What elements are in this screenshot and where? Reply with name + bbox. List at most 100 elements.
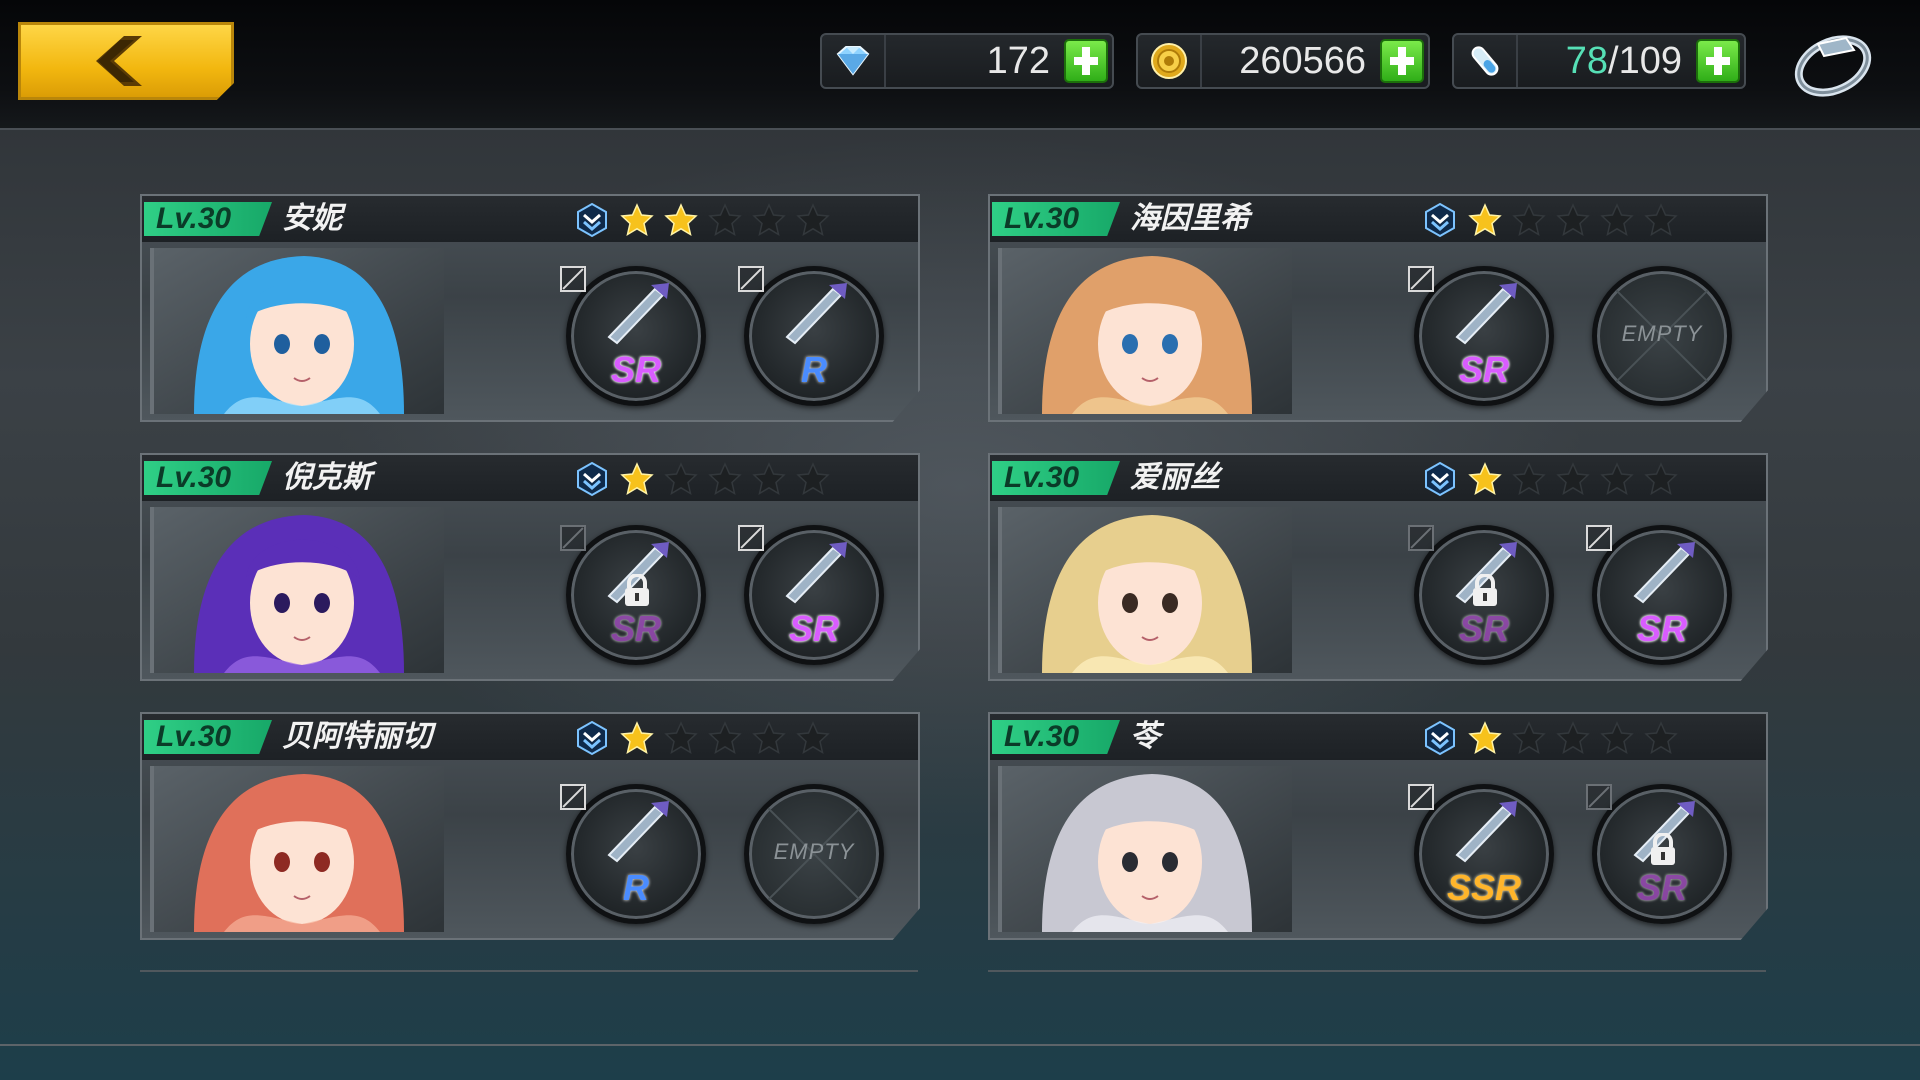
edit-slot-icon[interactable] bbox=[738, 266, 764, 292]
equipment-slot-1[interactable]: SR bbox=[1414, 266, 1554, 406]
star-rating bbox=[620, 462, 830, 496]
level-badge: Lv.30 bbox=[144, 461, 272, 495]
character-name: 苓 bbox=[1130, 720, 1160, 753]
gem-value: 172 bbox=[986, 40, 1050, 82]
star-empty-icon bbox=[708, 462, 742, 496]
equipment-slot-1[interactable]: SR bbox=[566, 525, 706, 665]
equipment-slot-2[interactable]: EMPTY bbox=[1592, 266, 1732, 406]
equipment-slot-1[interactable]: SR bbox=[566, 266, 706, 406]
add-gold-button[interactable] bbox=[1380, 39, 1424, 83]
equipment-slot-2[interactable]: SR bbox=[1592, 784, 1732, 924]
rank-chevron-icon bbox=[1425, 720, 1455, 756]
character-portrait[interactable] bbox=[150, 507, 444, 673]
card-header: Lv.30 倪克斯 bbox=[142, 455, 918, 501]
gold-counter: 260566 bbox=[1136, 33, 1430, 89]
rapier-icon bbox=[607, 801, 669, 863]
character-portrait[interactable] bbox=[150, 766, 444, 932]
edit-slot-icon[interactable] bbox=[560, 266, 586, 292]
character-card[interactable]: Lv.30 海因里希 SR EMPTY bbox=[988, 194, 1768, 422]
character-portrait[interactable] bbox=[998, 507, 1292, 673]
rarity-label: R bbox=[623, 867, 649, 908]
rarity-label: SR bbox=[1458, 349, 1509, 390]
star-empty-icon bbox=[1600, 721, 1634, 755]
star-filled-icon bbox=[620, 462, 654, 496]
equipment-slot-1[interactable]: R bbox=[566, 784, 706, 924]
star-empty-icon bbox=[1556, 462, 1590, 496]
card-header: Lv.30 海因里希 bbox=[990, 196, 1766, 242]
star-empty-icon bbox=[1644, 462, 1678, 496]
stamina-vial-icon bbox=[1454, 35, 1518, 87]
character-card[interactable]: Lv.30 贝阿特丽切 R EMPTY bbox=[140, 712, 920, 940]
gem-counter: 172 bbox=[820, 33, 1114, 89]
rarity-label: SR bbox=[610, 349, 661, 390]
empty-slot-label: EMPTY bbox=[773, 839, 855, 864]
star-rating bbox=[1468, 462, 1678, 496]
gold-value: 260566 bbox=[1239, 40, 1366, 82]
equipment-slot-2[interactable]: SR bbox=[1592, 525, 1732, 665]
star-empty-icon bbox=[664, 721, 698, 755]
rarity-label: SSR bbox=[1446, 867, 1522, 908]
edit-slot-icon[interactable] bbox=[560, 784, 586, 810]
add-gems-button[interactable] bbox=[1064, 39, 1108, 83]
star-rating bbox=[620, 203, 830, 237]
rarity-label: SR bbox=[1636, 867, 1687, 908]
edit-slot-icon[interactable] bbox=[738, 525, 764, 551]
gun-icon bbox=[607, 283, 669, 345]
card-header: Lv.30 爱丽丝 bbox=[990, 455, 1766, 501]
character-card[interactable]: Lv.30 安妮 SR R bbox=[140, 194, 920, 422]
star-filled-icon bbox=[620, 721, 654, 755]
add-stamina-button[interactable] bbox=[1696, 39, 1740, 83]
star-empty-icon bbox=[664, 462, 698, 496]
ring-menu-button[interactable] bbox=[1788, 22, 1878, 106]
star-filled-icon bbox=[620, 203, 654, 237]
star-empty-icon bbox=[796, 462, 830, 496]
character-name: 海因里希 bbox=[1130, 202, 1250, 235]
card-header: Lv.30 安妮 bbox=[142, 196, 918, 242]
character-card[interactable]: Lv.30 倪克斯 SR SR bbox=[140, 453, 920, 681]
star-empty-icon bbox=[1556, 721, 1590, 755]
star-empty-icon bbox=[1512, 203, 1546, 237]
star-rating bbox=[1468, 721, 1678, 755]
rank-chevron-icon bbox=[1425, 202, 1455, 238]
star-empty-icon bbox=[1512, 462, 1546, 496]
character-card[interactable]: Lv.30 苓 SSR SR bbox=[988, 712, 1768, 940]
star-filled-icon bbox=[1468, 462, 1502, 496]
equipment-slot-1[interactable]: SSR bbox=[1414, 784, 1554, 924]
edit-slot-icon[interactable] bbox=[1586, 784, 1612, 810]
dual-blades-icon bbox=[1455, 283, 1517, 345]
star-empty-icon bbox=[752, 203, 786, 237]
edit-slot-icon[interactable] bbox=[1408, 784, 1434, 810]
character-portrait[interactable] bbox=[998, 248, 1292, 414]
rarity-label: R bbox=[801, 349, 827, 390]
star-filled-icon bbox=[664, 203, 698, 237]
orb-cannon-icon bbox=[785, 542, 847, 604]
equipment-slot-2[interactable]: SR bbox=[744, 525, 884, 665]
star-filled-icon bbox=[1468, 721, 1502, 755]
character-portrait[interactable] bbox=[998, 766, 1292, 932]
edit-slot-icon[interactable] bbox=[1408, 525, 1434, 551]
star-empty-icon bbox=[708, 721, 742, 755]
star-empty-icon bbox=[796, 721, 830, 755]
edit-slot-icon[interactable] bbox=[560, 525, 586, 551]
edit-slot-icon[interactable] bbox=[1408, 266, 1434, 292]
rarity-label: SR bbox=[610, 608, 661, 649]
character-card[interactable]: Lv.30 爱丽丝 SR SR bbox=[988, 453, 1768, 681]
star-empty-icon bbox=[1600, 203, 1634, 237]
bottom-divider bbox=[0, 1044, 1920, 1046]
level-badge: Lv.30 bbox=[992, 461, 1120, 495]
edit-slot-icon[interactable] bbox=[1586, 525, 1612, 551]
star-empty-icon bbox=[752, 721, 786, 755]
star-empty-icon bbox=[1556, 203, 1590, 237]
character-portrait[interactable] bbox=[150, 248, 444, 414]
equipment-slot-2[interactable]: EMPTY bbox=[744, 784, 884, 924]
stamina-value: 78/109 bbox=[1565, 40, 1682, 82]
rank-chevron-icon bbox=[1425, 461, 1455, 497]
scythe-icon bbox=[1633, 542, 1695, 604]
equipment-slot-1[interactable]: SR bbox=[1414, 525, 1554, 665]
back-button[interactable] bbox=[18, 22, 234, 100]
character-name: 贝阿特丽切 bbox=[282, 720, 432, 753]
star-empty-icon bbox=[1512, 721, 1546, 755]
staff-icon bbox=[785, 283, 847, 345]
star-empty-icon bbox=[1644, 203, 1678, 237]
equipment-slot-2[interactable]: R bbox=[744, 266, 884, 406]
